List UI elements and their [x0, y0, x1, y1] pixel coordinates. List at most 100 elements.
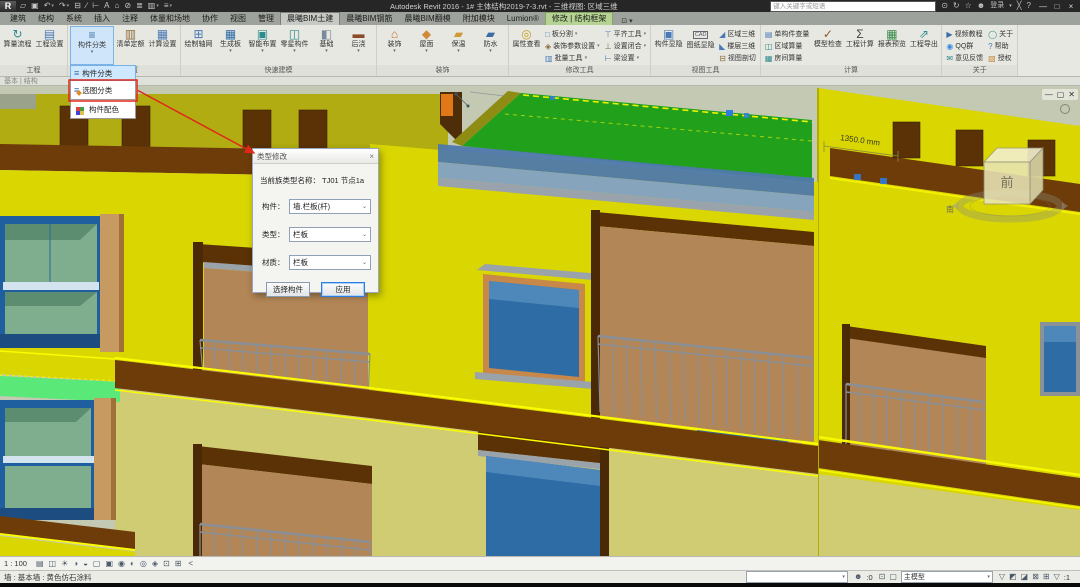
3d-model-view[interactable]: 1350.0 mm 前 南 [0, 86, 1080, 556]
login-caret-icon[interactable]: ▾ [1009, 1, 1012, 11]
temporary-hide-icon[interactable]: ◐ [130, 559, 135, 569]
field-dropdown-类型[interactable]: 栏板⌄ [289, 227, 371, 242]
ribbon-button-平齐工具[interactable]: ⊤平齐工具▾ [603, 28, 648, 40]
open-icon[interactable]: ▱ [20, 1, 26, 11]
select-pinned-icon[interactable]: ◪ [1021, 572, 1029, 582]
view-restore-icon[interactable]: ▢ [1057, 89, 1065, 100]
drag-on-selection-icon[interactable]: ⊞ [1043, 572, 1050, 582]
ribbon-button-区域三维[interactable]: ◢区域三维 [717, 28, 758, 40]
ribbon-button-防水[interactable]: ▰防水▾ [475, 26, 506, 65]
tab-附加模块[interactable]: 附加模块 [457, 13, 501, 25]
aligned-dimension-icon[interactable]: ⊢ [92, 1, 99, 11]
scale-control[interactable]: 1 : 100 [4, 559, 27, 568]
tab-晨曦BIM钢筋[interactable]: 晨曦BIM钢筋 [340, 13, 398, 25]
redo-icon-caret[interactable]: ▾ [67, 3, 70, 9]
ribbon-button-QQ群[interactable]: ◉QQ群 [944, 40, 985, 52]
revit-logo-icon[interactable]: R [0, 1, 16, 12]
ribbon-button-图纸显隐[interactable]: CAD图纸显隐 [685, 26, 716, 65]
redo-icon[interactable]: ↷ [59, 1, 66, 11]
type-modify-dialog[interactable]: 类型修改 × 当前族类型名称： TJ01 节点1a 构件：墙.栏板(杆)⌄类型：… [252, 148, 379, 293]
ribbon-button-工程导出[interactable]: ⇗工程导出 [908, 26, 939, 65]
应用-button[interactable]: 应用 [321, 282, 365, 297]
reveal-hidden-icon[interactable]: ◎ [140, 559, 147, 569]
ribbon-button-基础[interactable]: ◧基础▾ [311, 26, 342, 65]
ribbon-button-关于[interactable]: ◯关于 [986, 28, 1015, 40]
customize-qat-icon[interactable]: ≡ [164, 1, 169, 11]
close-icon[interactable]: × [369, 152, 374, 161]
field-dropdown-构件[interactable]: 墙.栏板(杆)⌄ [289, 199, 371, 214]
undo-icon[interactable]: ↶ [44, 1, 51, 11]
ribbon-button-计算设置[interactable]: ▦计算设置 [147, 26, 178, 65]
tab-晨曦BIM翻模[interactable]: 晨曦BIM翻模 [398, 13, 456, 25]
navigation-wheel-icon[interactable] [1060, 104, 1070, 114]
undo-icon-caret[interactable]: ▾ [51, 3, 54, 9]
ribbon-button-楼层三维[interactable]: ◣楼层三维 [717, 40, 758, 52]
tab-修改 | 结构框架[interactable]: 修改 | 结构框架 [545, 12, 614, 25]
visual-style-icon[interactable]: ◫ [49, 559, 57, 569]
tab-结构[interactable]: 结构 [32, 13, 60, 25]
tab-系统[interactable]: 系统 [60, 13, 88, 25]
view-minimize-icon[interactable]: — [1045, 89, 1053, 100]
drawing-area[interactable]: 1350.0 mm 前 南 — ▢✕ [0, 86, 1080, 556]
view-close-icon[interactable]: ✕ [1068, 89, 1075, 100]
tab-协作[interactable]: 协作 [196, 13, 224, 25]
ribbon-button-保温[interactable]: ▰保温▾ [443, 26, 474, 65]
worksets-dropdown[interactable]: ▾ [746, 571, 848, 583]
customize-qat-icon-caret[interactable]: ▾ [170, 3, 173, 9]
ribbon-button-零星构件[interactable]: ◫零星构件▾ [279, 26, 310, 65]
menu-item-构件分类[interactable]: ≡构件分类 [70, 65, 136, 81]
show-crop-icon[interactable]: ▣ [105, 559, 113, 569]
crop-view-icon[interactable]: ▢ [93, 559, 101, 569]
ribbon-button-装饰参数设置[interactable]: ◈装饰参数设置▾ [543, 40, 602, 52]
shadows-icon[interactable]: ◑ [73, 559, 78, 569]
ribbon-button-构件显隐[interactable]: ▣构件显隐 [653, 26, 684, 65]
ribbon-button-算量流程[interactable]: ↻算量流程 [2, 26, 33, 65]
edit-in-place-icon[interactable]: ◩ [1009, 572, 1017, 582]
tab-建筑[interactable]: 建筑 [4, 13, 32, 25]
design-options-icon[interactable]: ⊡ [879, 572, 886, 582]
user-interface-icon[interactable]: ▥ [148, 1, 156, 11]
panel-toggle-icon[interactable]: ⊡ ▾ [621, 17, 632, 25]
tab-视图[interactable]: 视图 [224, 13, 252, 25]
ribbon-button-视频教程[interactable]: ▶视频教程 [944, 28, 985, 40]
close-button[interactable]: × [1064, 2, 1078, 11]
analytical-model-icon[interactable]: ⊡ [163, 559, 170, 569]
ribbon-button-装饰[interactable]: ⌂装饰▾ [379, 26, 410, 65]
minimize-button[interactable]: — [1036, 2, 1050, 11]
sync-icon[interactable]: ↻ [953, 1, 960, 11]
constraints-icon[interactable]: ⊞ [175, 559, 182, 569]
active-only-icon[interactable]: ▢ [889, 572, 897, 582]
login-label[interactable]: 登录 [990, 1, 1004, 11]
sun-path-icon[interactable]: ☀ [61, 559, 68, 569]
tab-管理[interactable]: 管理 [252, 13, 280, 25]
ribbon-button-意见反馈[interactable]: ✉意见反馈 [944, 52, 985, 64]
save-icon[interactable]: ▣ [31, 1, 39, 11]
exchange-apps-icon[interactable]: ╳ [1017, 1, 1022, 11]
ribbon-button-属性查看[interactable]: ◎属性查看 [511, 26, 542, 65]
ribbon-button-视图剖切[interactable]: ⊟视图剖切 [717, 52, 758, 64]
ribbon-button-授权[interactable]: ▧授权 [986, 52, 1015, 64]
ribbon-button-板分割[interactable]: □板分割▾ [543, 28, 602, 40]
tab-晨曦BIM土建[interactable]: 晨曦BIM土建 [280, 12, 340, 25]
select-by-face-icon[interactable]: ⊠ [1032, 572, 1039, 582]
design-option-dropdown[interactable]: 主模型 ▾ [901, 571, 993, 583]
user-interface-icon-caret[interactable]: ▾ [156, 3, 159, 9]
ribbon-button-设置闭合[interactable]: ⊥设置闭合▾ [603, 40, 648, 52]
rendering-icon[interactable]: ◒ [83, 559, 88, 569]
ribbon-button-房间算量[interactable]: ▦房间算量 [763, 52, 812, 64]
maximize-button[interactable]: □ [1050, 2, 1064, 11]
favorites-icon[interactable]: ☆ [965, 1, 972, 11]
view-lock-icon[interactable]: ◉ [118, 559, 125, 569]
ribbon-button-工程计算[interactable]: Σ工程计算 [844, 26, 875, 65]
tab-体量和场地[interactable]: 体量和场地 [144, 13, 196, 25]
tab-插入[interactable]: 插入 [88, 13, 116, 25]
选择构件-button[interactable]: 选择构件 [266, 282, 310, 297]
ribbon-button-屋面[interactable]: ◆屋面▾ [411, 26, 442, 65]
ribbon-button-构件分类[interactable]: ≡构件分类▾ [70, 26, 114, 65]
thin-lines-icon[interactable]: ≣ [136, 1, 143, 11]
ribbon-button-单构件查量[interactable]: ▤单构件查量 [763, 28, 812, 40]
ribbon-button-工程设置[interactable]: ▤工程设置 [34, 26, 65, 65]
dialog-title-bar[interactable]: 类型修改 × [253, 149, 378, 164]
ribbon-button-批量工具[interactable]: ▥批量工具▾ [543, 52, 602, 64]
ribbon-button-清单定额[interactable]: ▥清单定额 [115, 26, 146, 65]
